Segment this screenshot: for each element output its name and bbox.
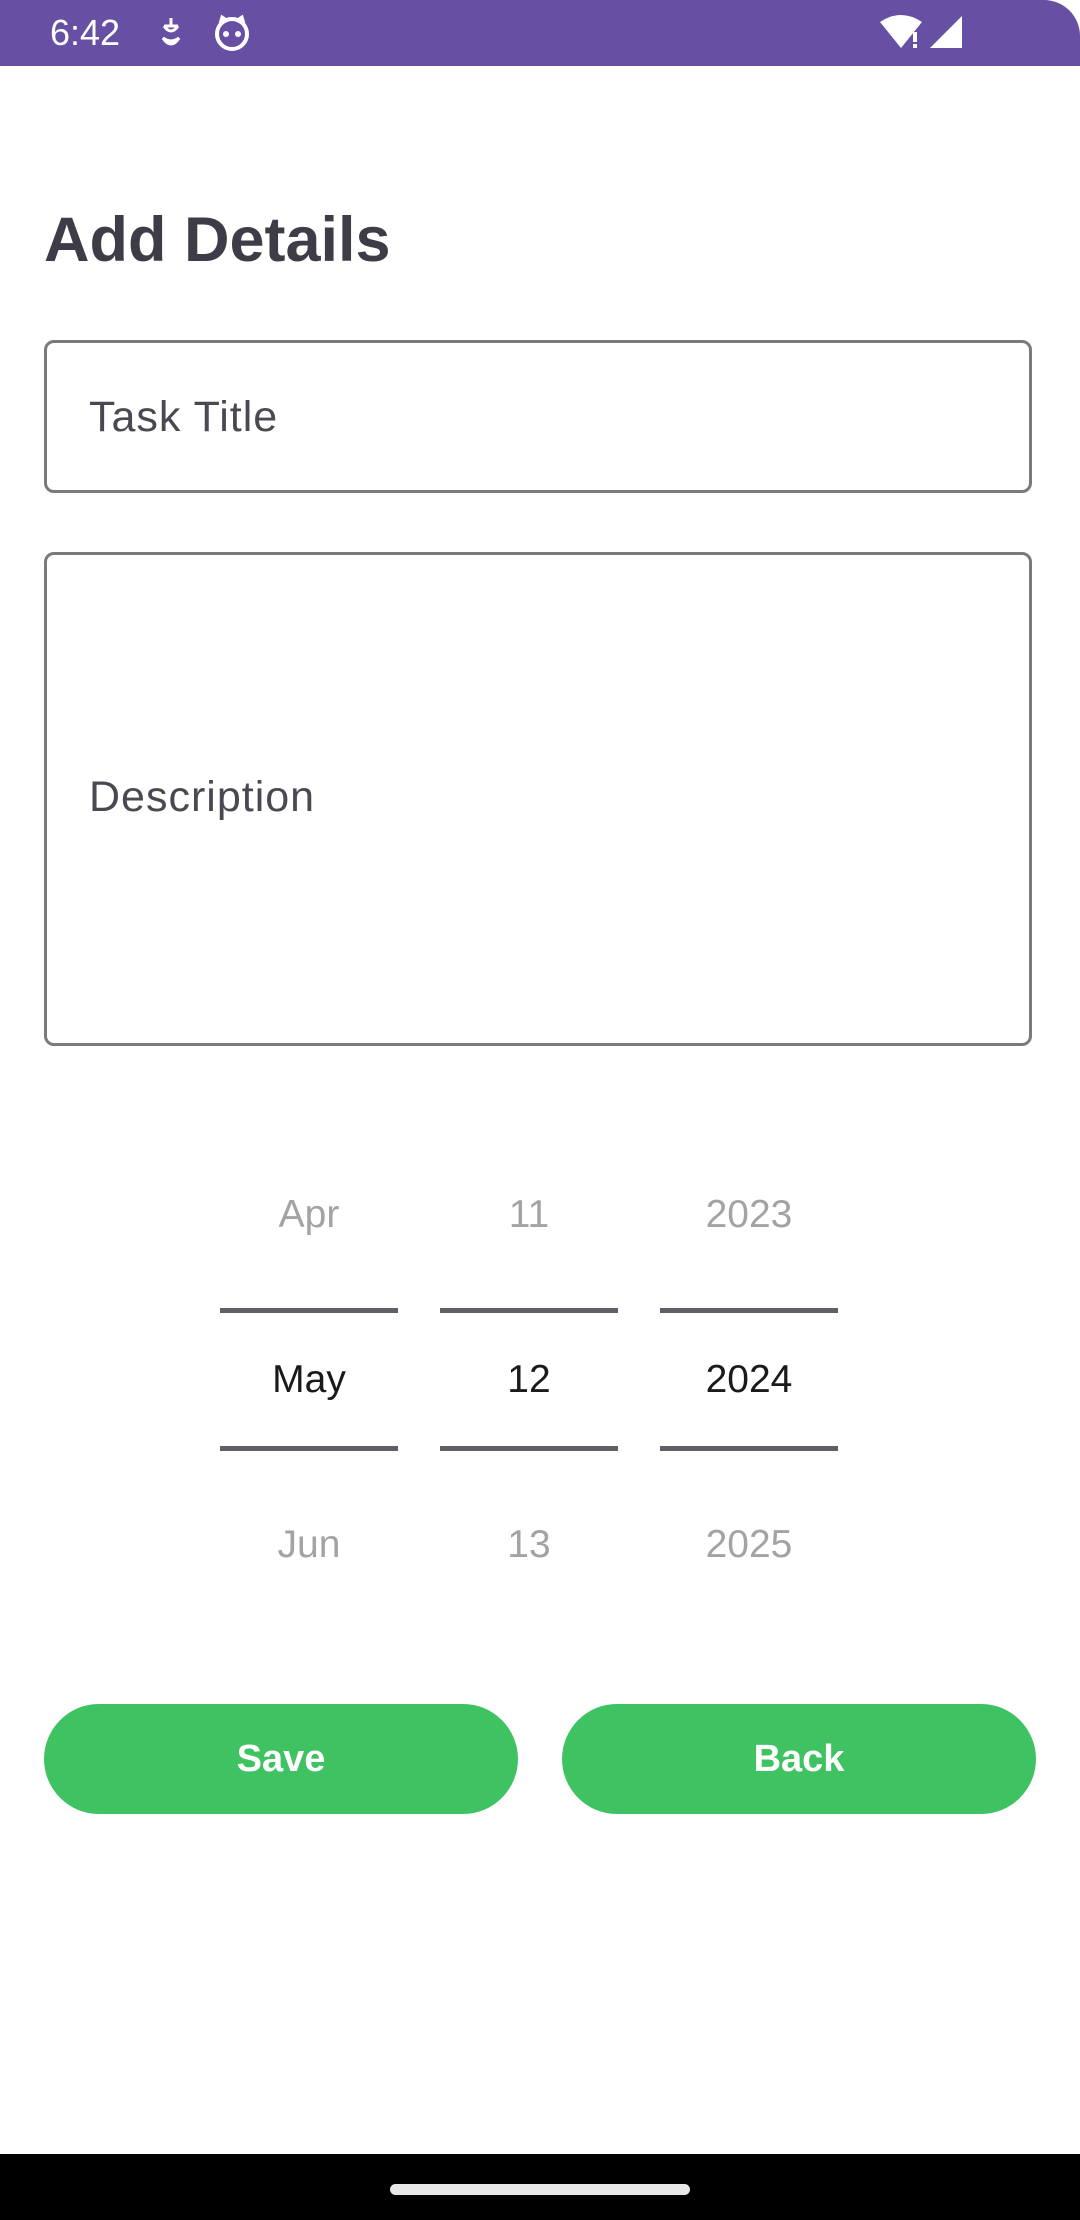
description-field[interactable]: Description xyxy=(44,552,1032,1046)
month-divider-bottom xyxy=(220,1446,398,1451)
status-time: 6:42 xyxy=(50,12,121,53)
signal-icon xyxy=(928,14,964,55)
month-divider-top xyxy=(220,1308,398,1313)
status-bar: 6:42 xyxy=(0,0,1080,66)
month-next[interactable]: Jun xyxy=(220,1520,398,1570)
notification-icon xyxy=(158,14,184,57)
save-button[interactable]: Save xyxy=(44,1704,518,1814)
wifi-alert-icon xyxy=(878,14,924,55)
navigation-bar xyxy=(0,2154,1080,2220)
year-divider-bottom xyxy=(660,1446,838,1451)
month-selected[interactable]: May xyxy=(220,1355,398,1405)
description-placeholder: Description xyxy=(89,773,316,821)
page-title: Add Details xyxy=(44,205,391,275)
task-title-field[interactable]: Task Title xyxy=(44,340,1032,493)
year-selected[interactable]: 2024 xyxy=(660,1355,838,1405)
cat-face-icon xyxy=(212,14,252,57)
day-selected[interactable]: 12 xyxy=(440,1355,618,1405)
day-divider-top xyxy=(440,1308,618,1313)
home-handle[interactable] xyxy=(390,2184,690,2195)
year-prev[interactable]: 2023 xyxy=(660,1190,838,1240)
day-next[interactable]: 13 xyxy=(440,1520,618,1570)
month-prev[interactable]: Apr xyxy=(220,1190,398,1240)
year-divider-top xyxy=(660,1308,838,1313)
task-title-placeholder: Task Title xyxy=(89,393,279,441)
day-divider-bottom xyxy=(440,1446,618,1451)
day-prev[interactable]: 11 xyxy=(440,1190,618,1240)
back-button[interactable]: Back xyxy=(562,1704,1036,1814)
year-next[interactable]: 2025 xyxy=(660,1520,838,1570)
